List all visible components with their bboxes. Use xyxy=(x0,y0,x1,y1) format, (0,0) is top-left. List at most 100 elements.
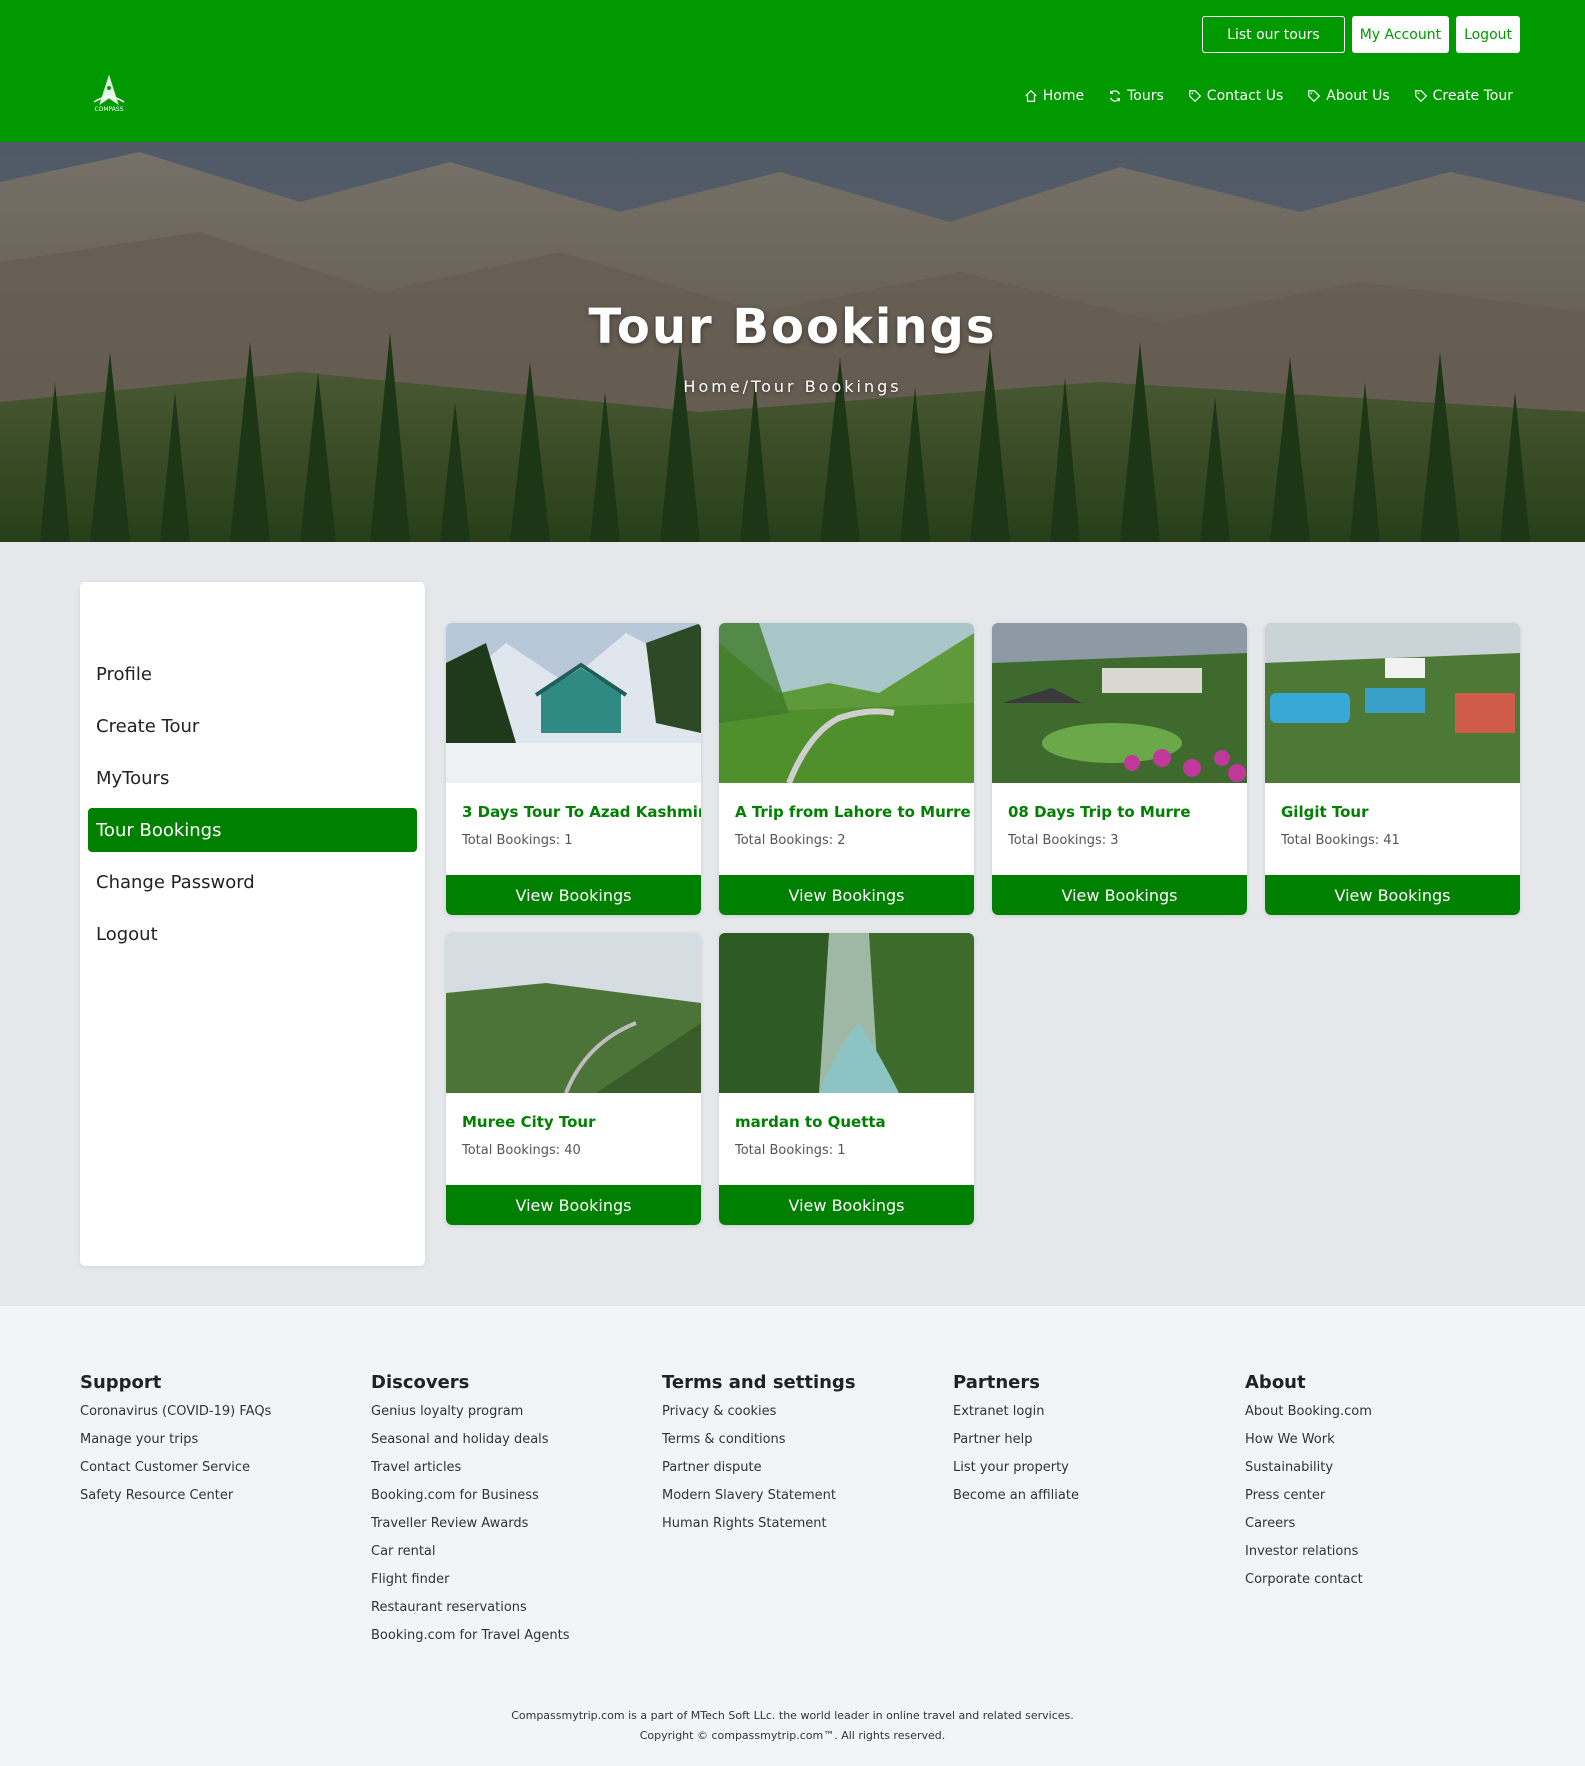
footer-link[interactable]: Privacy & cookies xyxy=(662,1403,856,1431)
footer-link[interactable]: How We Work xyxy=(1245,1431,1372,1459)
logo-text: COMPASS xyxy=(94,106,124,113)
footer-link[interactable]: Travel articles xyxy=(371,1459,570,1487)
tour-title: 3 Days Tour To Azad Kashmir xyxy=(462,803,701,821)
nav-about-us[interactable]: About Us xyxy=(1307,88,1390,104)
total-bookings: Total Bookings: 2 xyxy=(735,833,846,848)
tour-card: 08 Days Trip to Murre Total Bookings: 3 … xyxy=(992,623,1247,915)
footer-note-line2: Copyright © compassmytrip.com™. All righ… xyxy=(639,1729,946,1742)
list-our-tours-button[interactable]: List our tours xyxy=(1202,16,1345,53)
footer-link[interactable]: Human Rights Statement xyxy=(662,1515,856,1543)
tag-icon xyxy=(1188,90,1201,103)
footer-link[interactable]: Become an affiliate xyxy=(953,1487,1079,1515)
total-bookings: Total Bookings: 3 xyxy=(1008,833,1119,848)
footer-link[interactable]: Genius loyalty program xyxy=(371,1403,570,1431)
footer-heading: Discovers xyxy=(371,1372,470,1393)
tag-icon xyxy=(1414,90,1427,103)
breadcrumb: Home/Tour Bookings xyxy=(683,377,902,396)
footer-link[interactable]: Booking.com for Business xyxy=(371,1487,570,1515)
footer-link[interactable]: Traveller Review Awards xyxy=(371,1515,570,1543)
hero-banner: Tour Bookings Home/Tour Bookings xyxy=(0,142,1585,542)
footer-column-partners: Partners Extranet login Partner help Lis… xyxy=(953,1372,1079,1515)
tour-title: Gilgit Tour xyxy=(1281,803,1369,821)
view-bookings-button[interactable]: View Bookings xyxy=(719,875,974,915)
footer-link[interactable]: Modern Slavery Statement xyxy=(662,1487,856,1515)
tour-title: Muree City Tour xyxy=(462,1113,596,1131)
sidebar-item-change-password[interactable]: Change Password xyxy=(88,860,417,904)
view-bookings-button[interactable]: View Bookings xyxy=(992,875,1247,915)
nav-create-tour[interactable]: Create Tour xyxy=(1414,88,1513,104)
nav-contact-us[interactable]: Contact Us xyxy=(1188,88,1283,104)
total-bookings: Total Bookings: 40 xyxy=(462,1143,581,1158)
footer-link[interactable]: Press center xyxy=(1245,1487,1372,1515)
tour-image-gilgit xyxy=(1265,623,1520,783)
tour-image-muree-city xyxy=(446,933,701,1093)
footer-link[interactable]: Extranet login xyxy=(953,1403,1079,1431)
view-bookings-button[interactable]: View Bookings xyxy=(1265,875,1520,915)
footer-note-line1: Compassmytrip.com is a part of MTech Sof… xyxy=(511,1709,1074,1722)
nav-home[interactable]: Home xyxy=(1024,88,1084,104)
tour-card: Gilgit Tour Total Bookings: 41 View Book… xyxy=(1265,623,1520,915)
nav-tours[interactable]: Tours xyxy=(1108,88,1164,104)
sidebar-item-logout[interactable]: Logout xyxy=(88,912,417,956)
footer-link[interactable]: Coronavirus (COVID-19) FAQs xyxy=(80,1403,271,1431)
sidebar-item-create-tour[interactable]: Create Tour xyxy=(88,704,417,748)
view-bookings-button[interactable]: View Bookings xyxy=(446,875,701,915)
footer-link[interactable]: Booking.com for Travel Agents xyxy=(371,1627,570,1655)
tour-card: 3 Days Tour To Azad Kashmir Total Bookin… xyxy=(446,623,701,915)
footer-link[interactable]: Safety Resource Center xyxy=(80,1487,271,1515)
footer-link[interactable]: Car rental xyxy=(371,1543,570,1571)
footer-link[interactable]: About Booking.com xyxy=(1245,1403,1372,1431)
sidebar-item-tour-bookings[interactable]: Tour Bookings xyxy=(88,808,417,852)
footer-link[interactable]: Flight finder xyxy=(371,1571,570,1599)
sidebar-item-mytours[interactable]: MyTours xyxy=(88,756,417,800)
footer-column-support: Support Coronavirus (COVID-19) FAQs Mana… xyxy=(80,1372,271,1515)
total-bookings: Total Bookings: 41 xyxy=(1281,833,1400,848)
tag-icon xyxy=(1308,90,1321,103)
footer-link[interactable]: Sustainability xyxy=(1245,1459,1372,1487)
top-actions: List our tours My Account Logout xyxy=(1202,16,1520,53)
footer-link[interactable]: List your property xyxy=(953,1459,1079,1487)
footer-copyright: Compassmytrip.com is a part of MTech Sof… xyxy=(0,1706,1585,1746)
footer-link[interactable]: Seasonal and holiday deals xyxy=(371,1431,570,1459)
tour-card: Muree City Tour Total Bookings: 40 View … xyxy=(446,933,701,1225)
footer-column-terms: Terms and settings Privacy & cookies Ter… xyxy=(662,1372,856,1543)
footer-heading: About xyxy=(1245,1372,1306,1393)
sidebar-item-profile[interactable]: Profile xyxy=(88,652,417,696)
home-icon xyxy=(1025,89,1037,102)
logout-button[interactable]: Logout xyxy=(1456,16,1520,53)
footer-heading: Support xyxy=(80,1372,162,1393)
view-bookings-button[interactable]: View Bookings xyxy=(446,1185,701,1225)
my-account-button[interactable]: My Account xyxy=(1351,16,1450,53)
footer-column-about: About About Booking.com How We Work Sust… xyxy=(1245,1372,1372,1599)
page-title: Tour Bookings xyxy=(588,299,997,355)
footer-link[interactable]: Careers xyxy=(1245,1515,1372,1543)
footer-heading: Terms and settings xyxy=(662,1372,856,1393)
footer-link[interactable]: Corporate contact xyxy=(1245,1571,1372,1599)
footer-link[interactable]: Terms & conditions xyxy=(662,1431,856,1459)
tour-image-lahore-murre xyxy=(719,623,974,783)
nav-tours-label: Tours xyxy=(1127,88,1164,104)
nav-create-tour-label: Create Tour xyxy=(1432,88,1513,104)
tour-cards-grid: 3 Days Tour To Azad Kashmir Total Bookin… xyxy=(446,623,1520,1225)
account-sidebar: Profile Create Tour MyTours Tour Booking… xyxy=(80,582,425,1266)
tour-image-murre-trip xyxy=(992,623,1247,783)
tour-card: A Trip from Lahore to Murre Total Bookin… xyxy=(719,623,974,915)
footer-link[interactable]: Contact Customer Service xyxy=(80,1459,271,1487)
footer-column-discovers: Discovers Genius loyalty program Seasona… xyxy=(371,1372,570,1655)
footer-link[interactable]: Partner dispute xyxy=(662,1459,856,1487)
tour-title: mardan to Quetta xyxy=(735,1113,886,1131)
site-footer: Support Coronavirus (COVID-19) FAQs Mana… xyxy=(0,1306,1585,1766)
refresh-icon xyxy=(1110,90,1121,102)
tour-card: mardan to Quetta Total Bookings: 1 View … xyxy=(719,933,974,1225)
footer-link[interactable]: Investor relations xyxy=(1245,1543,1372,1571)
view-bookings-button[interactable]: View Bookings xyxy=(719,1185,974,1225)
footer-link[interactable]: Restaurant reservations xyxy=(371,1599,570,1627)
footer-link[interactable]: Partner help xyxy=(953,1431,1079,1459)
total-bookings: Total Bookings: 1 xyxy=(735,1143,846,1158)
nav-about-us-label: About Us xyxy=(1326,88,1390,104)
nav-home-label: Home xyxy=(1042,88,1085,104)
total-bookings: Total Bookings: 1 xyxy=(462,833,573,848)
tour-image-azad-kashmir xyxy=(446,623,701,783)
footer-link[interactable]: Manage your trips xyxy=(80,1431,271,1459)
compass-logo[interactable]: COMPASS xyxy=(84,74,134,118)
